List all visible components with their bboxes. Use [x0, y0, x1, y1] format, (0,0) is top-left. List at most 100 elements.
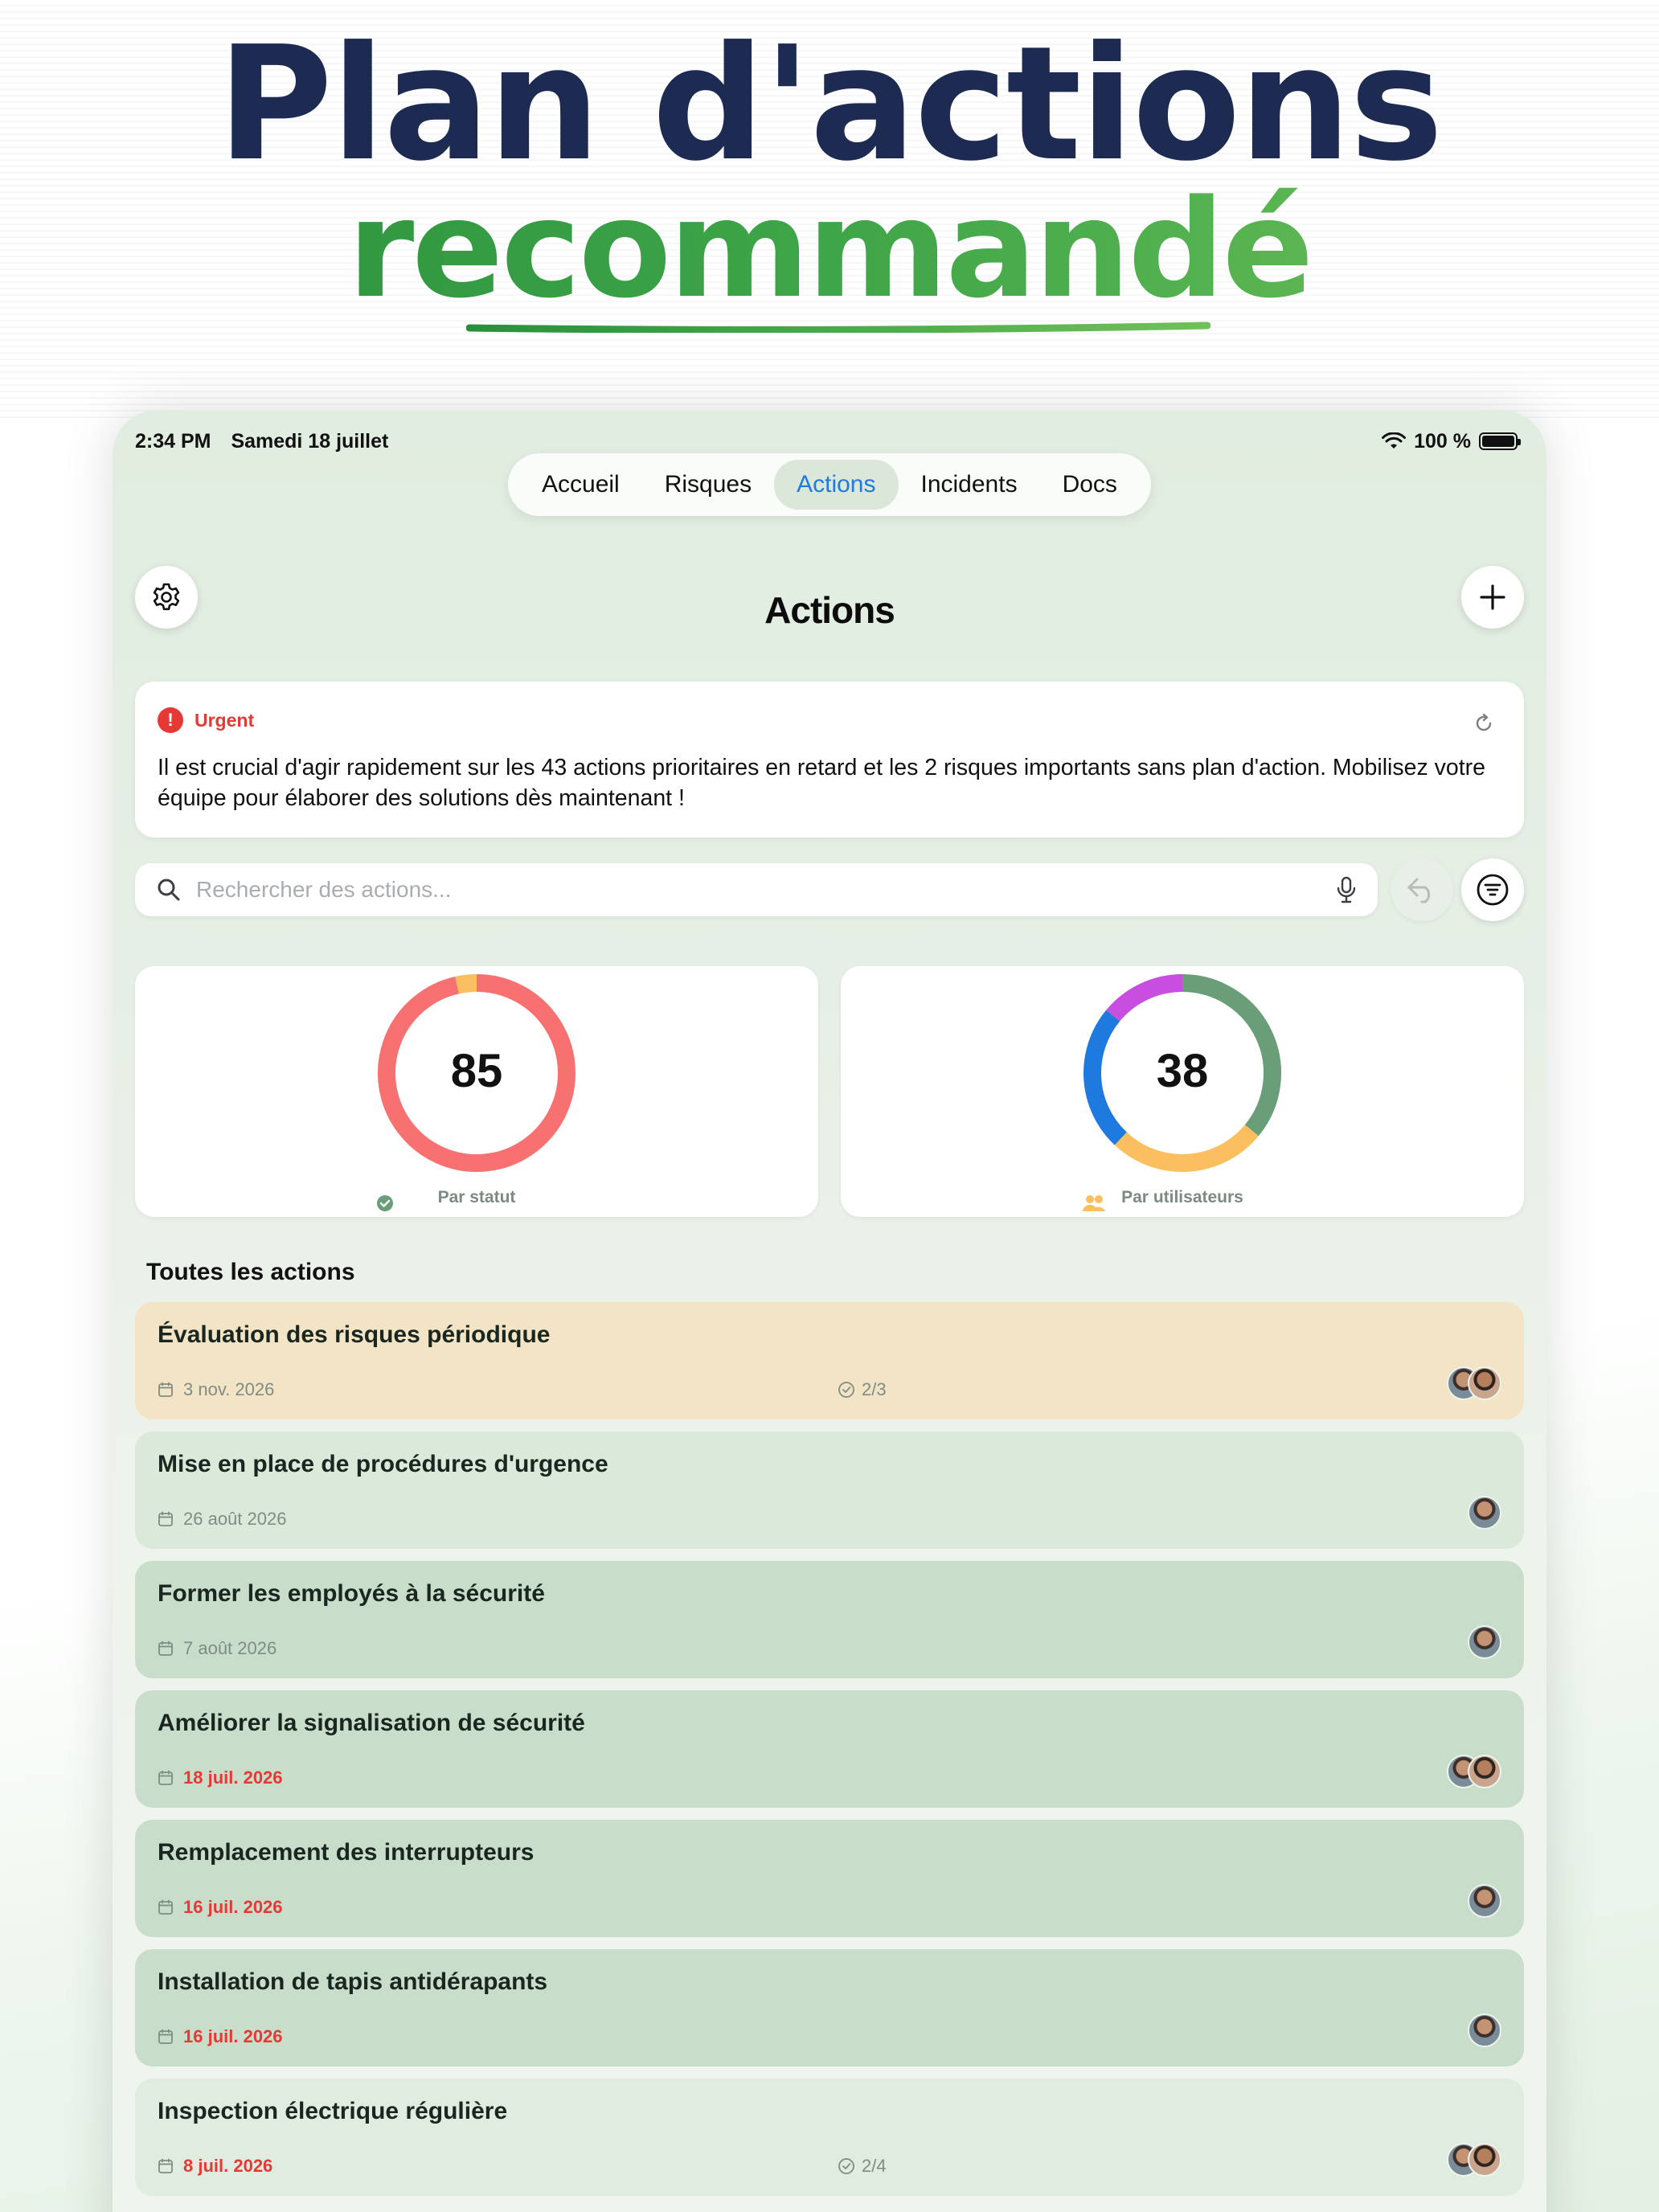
tab-incidents[interactable]: Incidents	[899, 460, 1040, 510]
assignee-avatars[interactable]	[1447, 1755, 1501, 1788]
avatar	[1468, 1755, 1501, 1788]
avatar	[1468, 2013, 1501, 2047]
assignee-avatars[interactable]	[1447, 2143, 1501, 2177]
urgent-label: Urgent	[195, 709, 255, 731]
assignee-avatars[interactable]	[1468, 1625, 1501, 1659]
action-item[interactable]: Former les employés à la sécurité 7 août …	[135, 1561, 1524, 1678]
donut-segment[interactable]	[455, 974, 477, 994]
users-donut-chart: 38	[1083, 974, 1281, 1172]
avatar	[1468, 1496, 1501, 1530]
action-title: Remplacement des interrupteurs	[158, 1839, 535, 1866]
action-due-date: 3 nov. 2026	[158, 1379, 274, 1400]
tab-actions[interactable]: Actions	[774, 460, 899, 510]
calendar-icon	[158, 1770, 173, 1785]
undo-icon	[1407, 878, 1431, 903]
action-progress-text: 2/4	[862, 2156, 887, 2176]
action-item[interactable]: Améliorer la signalisation de sécurité 18…	[135, 1690, 1524, 1808]
status-time: 2:34 PM	[135, 429, 211, 453]
action-date-text: 7 août 2026	[183, 1638, 277, 1658]
wifi-icon	[1382, 432, 1407, 449]
calendar-icon	[158, 1382, 173, 1397]
assignee-avatars[interactable]	[1468, 2013, 1501, 2047]
action-date-text: 18 juil. 2026	[183, 1768, 283, 1788]
status-date: Samedi 18 juillet	[231, 429, 389, 453]
action-date-text: 26 août 2026	[183, 1509, 287, 1529]
action-due-date: 16 juil. 2026	[158, 1897, 283, 1918]
filter-button[interactable]	[1461, 858, 1524, 921]
refresh-button[interactable]	[1473, 712, 1495, 739]
users-chart-label: Par utilisateurs	[1121, 1188, 1243, 1206]
action-due-date: 26 août 2026	[158, 1509, 286, 1530]
action-date-text: 16 juil. 2026	[183, 1897, 283, 1917]
status-donut-chart: 85	[378, 974, 576, 1172]
tab-docs[interactable]: Docs	[1040, 460, 1140, 510]
action-list: Évaluation des risques périodique 3 nov. …	[135, 1302, 1524, 2208]
calendar-icon	[158, 1641, 173, 1656]
action-item[interactable]: Remplacement des interrupteurs 16 juil. 2…	[135, 1820, 1524, 1937]
calendar-icon	[158, 1899, 173, 1915]
action-progress: 2/4	[838, 2156, 887, 2177]
action-due-date: 16 juil. 2026	[158, 2026, 283, 2047]
search-input[interactable]: Rechercher des actions...	[196, 877, 1321, 903]
refresh-icon	[1476, 713, 1492, 731]
action-item[interactable]: Évaluation des risques périodique 3 nov. …	[135, 1302, 1524, 1419]
check-circle-icon	[377, 1195, 393, 1211]
hero-underline	[466, 322, 1210, 333]
check-circle-outline-icon	[838, 1382, 854, 1398]
action-due-date: 8 juil. 2026	[158, 2156, 272, 2177]
action-title: Mise en place de procédures d'urgence	[158, 1451, 608, 1477]
section-title: Toutes les actions	[146, 1259, 355, 1285]
tab-risques[interactable]: Risques	[642, 460, 774, 510]
action-due-date: 18 juil. 2026	[158, 1768, 283, 1788]
check-circle-outline-icon	[838, 2158, 854, 2174]
battery-icon	[1479, 432, 1521, 450]
donut-segment[interactable]	[1083, 1010, 1128, 1145]
action-item[interactable]: Mise en place de procédures d'urgence 26 …	[135, 1432, 1524, 1549]
assignee-avatars[interactable]	[1468, 1496, 1501, 1530]
action-date-text: 8 juil. 2026	[183, 2156, 273, 2176]
alert-icon: !	[158, 707, 183, 733]
action-title: Installation de tapis antidérapants	[158, 1968, 548, 1995]
donut-segment[interactable]	[1106, 974, 1183, 1022]
chart-by-users[interactable]: 38 Par utilisateurs	[841, 966, 1524, 1217]
donut-segment[interactable]	[1114, 1124, 1259, 1172]
hero-subtitle: recommandé	[0, 178, 1659, 321]
avatar	[1468, 1366, 1501, 1400]
calendar-icon	[158, 2029, 173, 2044]
page-title: Actions	[764, 589, 895, 631]
action-item[interactable]: Installation de tapis antidérapants 16 ju…	[135, 1949, 1524, 2067]
action-progress: 2/3	[838, 1379, 887, 1400]
avatar	[1468, 1625, 1501, 1659]
assignee-avatars[interactable]	[1447, 1366, 1501, 1400]
chart-by-status[interactable]: 85 Par statut	[135, 966, 818, 1217]
users-icon	[1083, 1195, 1105, 1211]
status-total-value: 85	[451, 1045, 503, 1097]
undo-button[interactable]	[1391, 858, 1453, 921]
status-chart-label: Par statut	[437, 1188, 516, 1206]
avatar	[1468, 1884, 1501, 1918]
calendar-icon	[158, 2158, 173, 2173]
action-date-text: 16 juil. 2026	[183, 2026, 283, 2046]
search-bar[interactable]: Rechercher des actions...	[135, 863, 1378, 916]
action-progress-text: 2/3	[862, 1379, 887, 1399]
search-icon	[158, 879, 180, 901]
urgent-alert-card: ! Urgent Il est crucial d'agir rapidemen…	[135, 682, 1524, 838]
tablet-screen: 2:34 PM Samedi 18 juillet 100 % Accueil …	[113, 410, 1546, 2212]
assignee-avatars[interactable]	[1468, 1884, 1501, 1918]
filter-icon	[1477, 874, 1509, 906]
action-title: Évaluation des risques périodique	[158, 1321, 551, 1348]
tab-bar: Accueil Risques Actions Incidents Docs	[508, 453, 1151, 516]
action-item[interactable]: Inspection électrique régulière 8 juil. 2…	[135, 2079, 1524, 2196]
hero-title: Plan d'actions	[217, 13, 1443, 196]
urgent-message: Il est crucial d'agir rapidement sur les…	[158, 755, 1485, 811]
action-title: Inspection électrique régulière	[158, 2098, 508, 2124]
action-date-text: 3 nov. 2026	[183, 1379, 275, 1399]
calendar-icon	[158, 1511, 173, 1526]
action-due-date: 7 août 2026	[158, 1638, 276, 1659]
avatar	[1468, 2143, 1501, 2177]
users-total-value: 38	[1157, 1045, 1209, 1097]
battery-percent: 100 %	[1414, 429, 1471, 453]
microphone-icon[interactable]	[1336, 876, 1357, 903]
tab-accueil[interactable]: Accueil	[519, 460, 642, 510]
action-title: Améliorer la signalisation de sécurité	[158, 1710, 585, 1736]
